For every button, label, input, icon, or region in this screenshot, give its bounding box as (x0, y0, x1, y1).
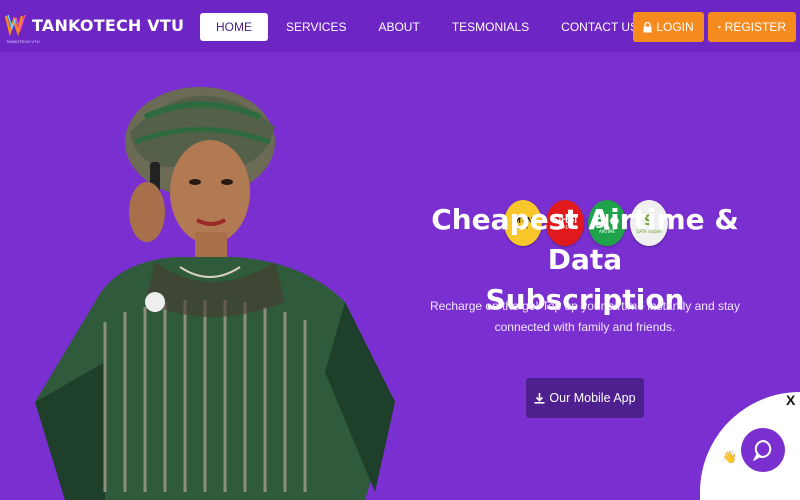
headline-line-1: Cheapest Airtime & Data (431, 203, 739, 276)
hero-section: MTN DATA airtel DATA glo AIRTIME 9 DATA … (0, 52, 800, 500)
register-label: REGISTER (724, 20, 786, 34)
nav-link-about[interactable]: ABOUT (362, 13, 435, 41)
brand-sub: TANKOTECH VTU (6, 39, 40, 44)
register-button[interactable]: REGISTER (708, 12, 796, 42)
nav-link-testimonials[interactable]: TESMONIALS (436, 13, 545, 41)
login-button[interactable]: LOGIN (633, 12, 704, 42)
chat-bubble-button[interactable] (741, 428, 785, 472)
mobile-app-button[interactable]: Our Mobile App (526, 378, 644, 418)
waving-hand-icon: 👋 (722, 450, 737, 464)
hero-description: Recharge on the go! Top up your airtime … (430, 299, 740, 334)
nav-link-home[interactable]: HOME (200, 13, 268, 41)
brand-logo-icon (4, 14, 27, 37)
top-navbar: TANKOTECH VTU TANKOTECH VTU HOME SERVICE… (0, 0, 800, 52)
info-icon (718, 25, 721, 29)
chat-close-button[interactable]: X (786, 392, 795, 408)
lock-icon (643, 21, 652, 32)
login-label: LOGIN (656, 20, 694, 34)
auth-buttons: LOGIN REGISTER (633, 12, 796, 42)
nav-link-services[interactable]: SERVICES (270, 13, 362, 41)
brand-name: TANKOTECH VTU (32, 15, 185, 35)
hero-woman-image (35, 87, 395, 500)
chat-bubble-icon (752, 439, 772, 461)
mobile-app-label: Our Mobile App (549, 391, 636, 405)
brand[interactable]: TANKOTECH VTU TANKOTECH VTU (4, 10, 185, 44)
download-icon (534, 392, 545, 404)
nav-links: HOME SERVICES ABOUT TESMONIALS CONTACT U… (200, 13, 654, 41)
